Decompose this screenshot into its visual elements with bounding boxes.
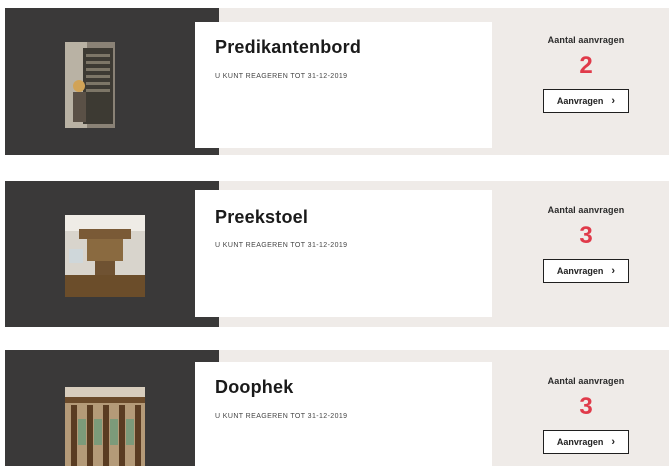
item-card: Doophek U KUNT REAGEREN TOT 31-12-2019 A… <box>5 350 669 466</box>
item-info-panel: Preekstoel U KUNT REAGEREN TOT 31-12-201… <box>195 190 492 317</box>
button-label: Aanvragen <box>556 96 604 106</box>
chevron-right-icon: › <box>611 94 616 107</box>
deadline-text: U KUNT REAGEREN TOT 31-12-2019 <box>215 73 348 80</box>
chevron-right-icon: › <box>611 264 616 277</box>
item-card: Preekstoel U KUNT REAGEREN TOT 31-12-201… <box>5 181 669 327</box>
aanvragen-button[interactable]: Aanvragen › <box>543 430 629 454</box>
request-count: 3 <box>579 393 593 420</box>
count-label: Aantal aanvragen <box>547 376 625 386</box>
request-count: 3 <box>579 222 593 249</box>
item-info-panel: Doophek U KUNT REAGEREN TOT 31-12-2019 <box>195 362 492 466</box>
item-photo <box>65 215 145 297</box>
item-title: Preekstoel <box>215 207 309 227</box>
item-photo <box>65 387 145 466</box>
request-panel: Aantal aanvragen 3 Aanvragen › <box>519 376 653 454</box>
deadline-text: U KUNT REAGEREN TOT 31-12-2019 <box>215 413 348 420</box>
item-info-panel: Predikantenbord U KUNT REAGEREN TOT 31-1… <box>195 22 492 148</box>
aanvragen-button[interactable]: Aanvragen › <box>543 259 629 283</box>
count-label: Aantal aanvragen <box>547 35 625 45</box>
aanvragen-button[interactable]: Aanvragen › <box>543 89 629 113</box>
item-photo <box>65 42 115 128</box>
button-label: Aanvragen <box>556 437 604 447</box>
request-count: 2 <box>579 52 593 79</box>
request-panel: Aantal aanvragen 3 Aanvragen › <box>519 205 653 283</box>
request-panel: Aantal aanvragen 2 Aanvragen › <box>519 35 653 113</box>
item-card: Predikantenbord U KUNT REAGEREN TOT 31-1… <box>5 8 669 155</box>
button-label: Aanvragen <box>556 266 604 276</box>
deadline-text: U KUNT REAGEREN TOT 31-12-2019 <box>215 242 348 249</box>
count-label: Aantal aanvragen <box>547 205 625 215</box>
item-title: Doophek <box>215 377 294 397</box>
chevron-right-icon: › <box>611 435 616 448</box>
item-title: Predikantenbord <box>215 37 362 57</box>
